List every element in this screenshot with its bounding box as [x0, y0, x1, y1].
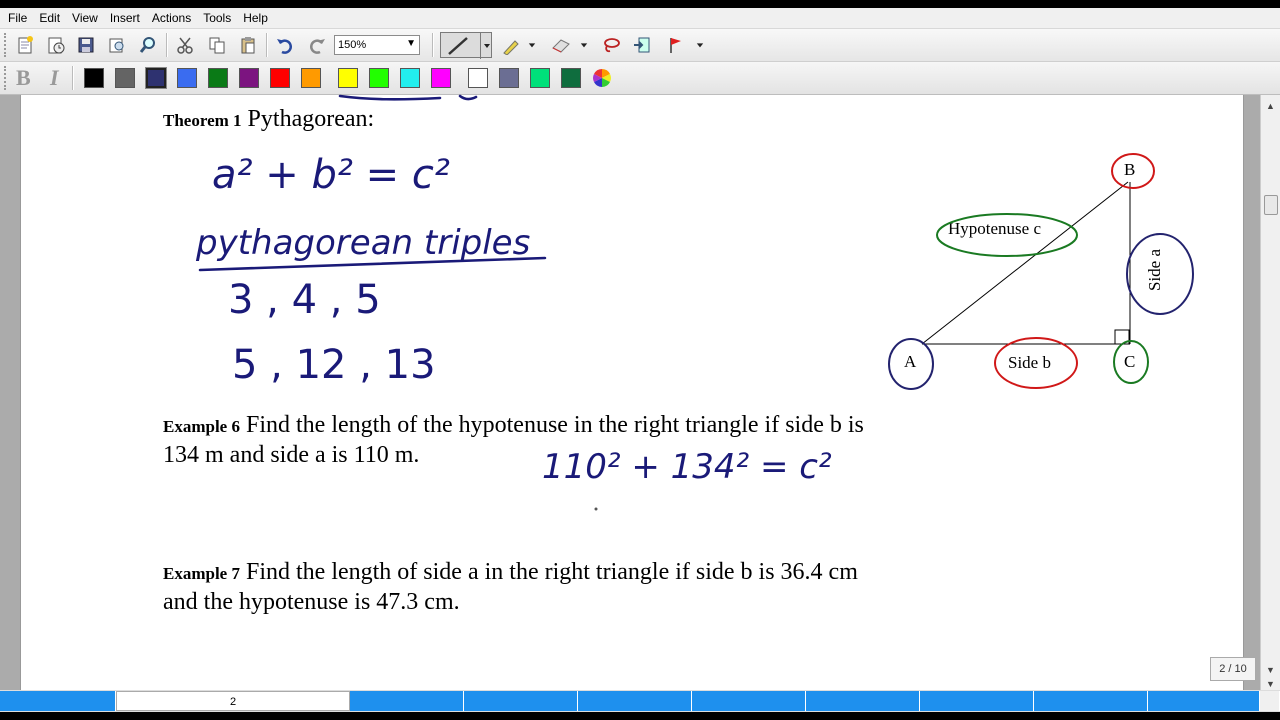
chevron-down-icon: ▼ — [406, 38, 416, 49]
open-recent-icon[interactable] — [43, 32, 69, 58]
color-swatch[interactable] — [145, 67, 167, 89]
page-tab[interactable] — [806, 691, 920, 711]
scroll-down-icon[interactable]: ▼ — [1263, 663, 1278, 677]
zoom-value: 150% — [338, 39, 367, 51]
color-swatch[interactable] — [468, 68, 488, 88]
toolbar-separator — [266, 33, 268, 57]
menu-bar: File Edit View Insert Actions Tools Help — [0, 8, 1280, 29]
eraser-icon[interactable] — [548, 32, 574, 58]
color-swatch[interactable] — [338, 68, 358, 88]
menu-edit[interactable]: Edit — [33, 8, 66, 28]
toolbar-separator — [166, 33, 168, 57]
theorem-label: Theorem 1 — [163, 111, 242, 130]
flag-icon[interactable] — [663, 32, 689, 58]
top-strip — [0, 0, 1280, 8]
print-preview-icon[interactable] — [104, 32, 130, 58]
page-tab[interactable] — [578, 691, 692, 711]
color-swatch[interactable] — [400, 68, 420, 88]
paste-icon[interactable] — [235, 32, 261, 58]
color-swatch[interactable] — [270, 68, 290, 88]
color-swatch[interactable] — [239, 68, 259, 88]
new-page-icon[interactable] — [12, 32, 38, 58]
page-tab-active[interactable]: 2 — [116, 691, 350, 711]
menu-help[interactable]: Help — [237, 8, 274, 28]
color-swatch[interactable] — [431, 68, 451, 88]
chevron-down-icon[interactable] — [576, 32, 592, 58]
example6-text: Example 6 Find the length of the hypoten… — [163, 411, 1103, 469]
redo-icon[interactable] — [304, 32, 330, 58]
color-swatch[interactable] — [561, 68, 581, 88]
theorem-title: Pythagorean: — [247, 106, 375, 132]
example6-line1: Find the length of the hypotenuse in the… — [245, 412, 864, 438]
highlighter-icon[interactable] — [498, 32, 524, 58]
save-icon[interactable] — [73, 32, 99, 58]
pen-tool-button[interactable] — [440, 32, 492, 59]
example7-label: Example 7 — [163, 564, 240, 583]
chevron-down-icon[interactable] — [524, 32, 540, 58]
menu-insert[interactable]: Insert — [104, 8, 146, 28]
scroll-up-icon[interactable]: ▲ — [1263, 99, 1278, 113]
page-tabs: 2 — [0, 690, 1280, 712]
page-tab[interactable] — [692, 691, 806, 711]
lasso-icon[interactable] — [598, 32, 624, 58]
example7-line2: and the hypotenuse is 47.3 cm. — [163, 589, 460, 615]
page-tab[interactable] — [0, 691, 116, 711]
insert-space-icon[interactable] — [629, 32, 655, 58]
bottom-strip — [0, 712, 1280, 720]
scroll-thumb[interactable] — [1264, 195, 1278, 215]
main-toolbar: 150% ▼ — [0, 29, 1280, 62]
example6-line2: 134 m and side a is 110 m. — [163, 442, 420, 468]
color-swatch[interactable] — [301, 68, 321, 88]
page-tab[interactable] — [1148, 691, 1260, 711]
color-swatch[interactable] — [369, 68, 389, 88]
example6-label: Example 6 — [163, 417, 240, 436]
page-tab[interactable] — [920, 691, 1034, 711]
page-tab[interactable] — [464, 691, 578, 711]
zoom-icon[interactable] — [135, 32, 161, 58]
toolbar-separator — [72, 66, 74, 90]
format-toolbar: B I — [0, 62, 1280, 95]
cut-icon[interactable] — [172, 32, 198, 58]
chevron-down-icon[interactable] — [692, 32, 708, 58]
color-swatch[interactable] — [84, 68, 104, 88]
zoom-select[interactable]: 150% ▼ — [334, 35, 420, 55]
menu-tools[interactable]: Tools — [197, 8, 237, 28]
color-swatch[interactable] — [530, 68, 550, 88]
color-swatch[interactable] — [115, 68, 135, 88]
example7-text: Example 7 Find the length of side a in t… — [163, 558, 1103, 616]
menu-file[interactable]: File — [0, 8, 33, 28]
color-wheel-icon[interactable] — [589, 65, 615, 91]
pen-icon — [448, 33, 490, 59]
page-tab[interactable] — [350, 691, 464, 711]
color-swatch[interactable] — [499, 68, 519, 88]
copy-icon[interactable] — [204, 32, 230, 58]
toolbar-separator — [432, 33, 434, 57]
page-indicator: 2 / 10 — [1210, 657, 1256, 681]
tabs-scroll-icon[interactable] — [1260, 691, 1280, 711]
undo-icon[interactable] — [272, 32, 298, 58]
menu-actions[interactable]: Actions — [146, 8, 197, 28]
vertical-scrollbar[interactable]: ▲ ▼ ▼ — [1260, 95, 1280, 690]
bold-button[interactable]: B — [16, 65, 31, 91]
toolbar-grip[interactable] — [4, 66, 10, 90]
page-down-icon[interactable]: ▼ — [1263, 677, 1278, 691]
color-swatch[interactable] — [177, 68, 197, 88]
italic-button[interactable]: I — [50, 65, 59, 91]
color-swatch[interactable] — [208, 68, 228, 88]
page-tab[interactable] — [1034, 691, 1148, 711]
menu-view[interactable]: View — [66, 8, 104, 28]
toolbar-grip[interactable] — [4, 33, 10, 57]
example7-line1: Find the length of side a in the right t… — [245, 559, 858, 585]
theorem-heading: Theorem 1 Pythagorean: — [163, 106, 374, 133]
